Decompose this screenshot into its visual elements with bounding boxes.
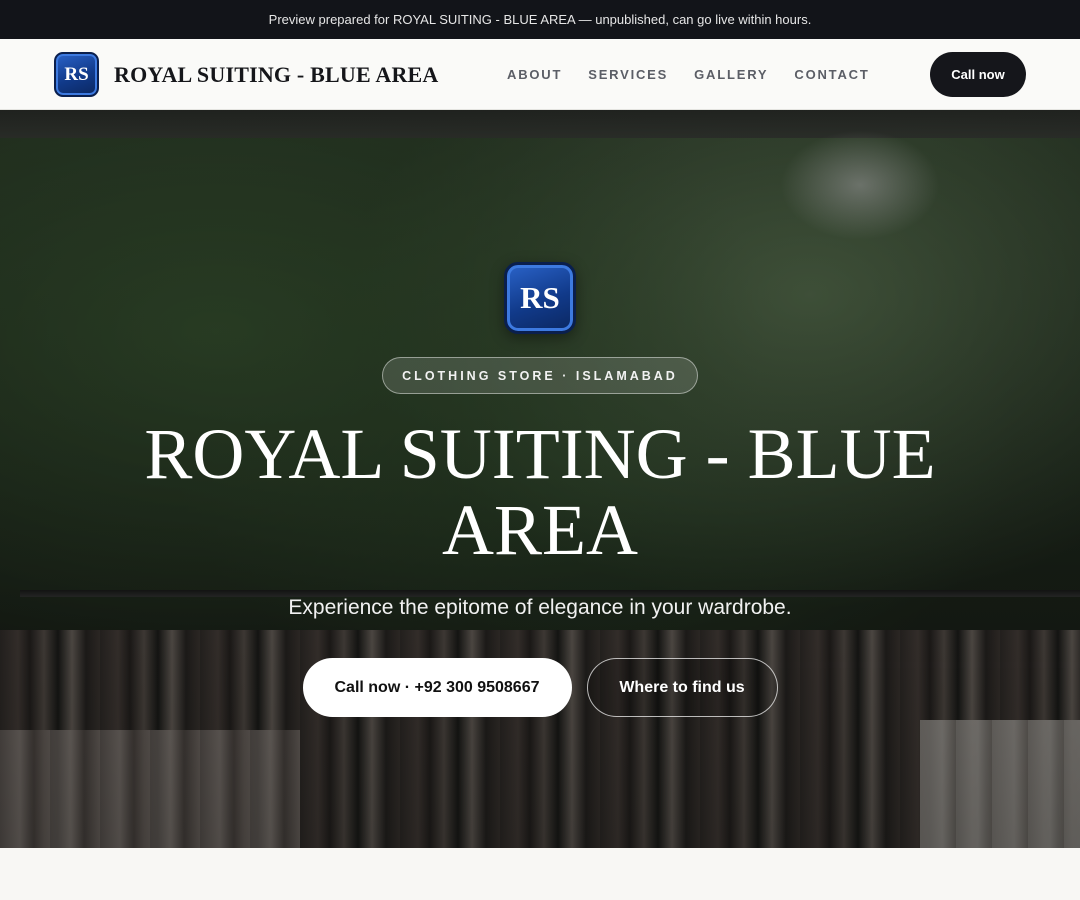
hero-cta-group: Call now · +92 300 9508667 Where to find… — [302, 658, 778, 717]
brand[interactable]: RS ROYAL SUITING - BLUE AREA — [54, 52, 439, 97]
find-us-button[interactable]: Where to find us — [586, 658, 778, 717]
category-badge: CLOTHING STORE · ISLAMABAD — [382, 357, 698, 394]
hero-content: RS CLOTHING STORE · ISLAMABAD ROYAL SUIT… — [0, 110, 1080, 848]
call-now-button[interactable]: Call now — [930, 52, 1026, 97]
nav-link-services[interactable]: SERVICES — [588, 67, 668, 82]
preview-banner-text: Preview prepared for ROYAL SUITING - BLU… — [268, 12, 812, 27]
site-header: RS ROYAL SUITING - BLUE AREA ABOUT SERVI… — [0, 39, 1080, 110]
preview-banner: Preview prepared for ROYAL SUITING - BLU… — [0, 0, 1080, 39]
main-nav: ABOUT SERVICES GALLERY CONTACT — [507, 39, 896, 110]
hero-logo: RS — [504, 262, 576, 334]
brand-logo[interactable]: RS — [54, 52, 99, 97]
hero-title: ROYAL SUITING - BLUE AREA — [144, 414, 936, 570]
hero-section: RS CLOTHING STORE · ISLAMABAD ROYAL SUIT… — [0, 110, 1080, 848]
brand-name[interactable]: ROYAL SUITING - BLUE AREA — [114, 62, 439, 88]
call-phone-button[interactable]: Call now · +92 300 9508667 — [302, 658, 572, 717]
next-section — [0, 848, 1080, 900]
hero-tagline: Experience the epitome of elegance in yo… — [288, 596, 792, 619]
nav-link-about[interactable]: ABOUT — [507, 67, 562, 82]
nav-link-gallery[interactable]: GALLERY — [694, 67, 768, 82]
nav-link-contact[interactable]: CONTACT — [794, 67, 869, 82]
